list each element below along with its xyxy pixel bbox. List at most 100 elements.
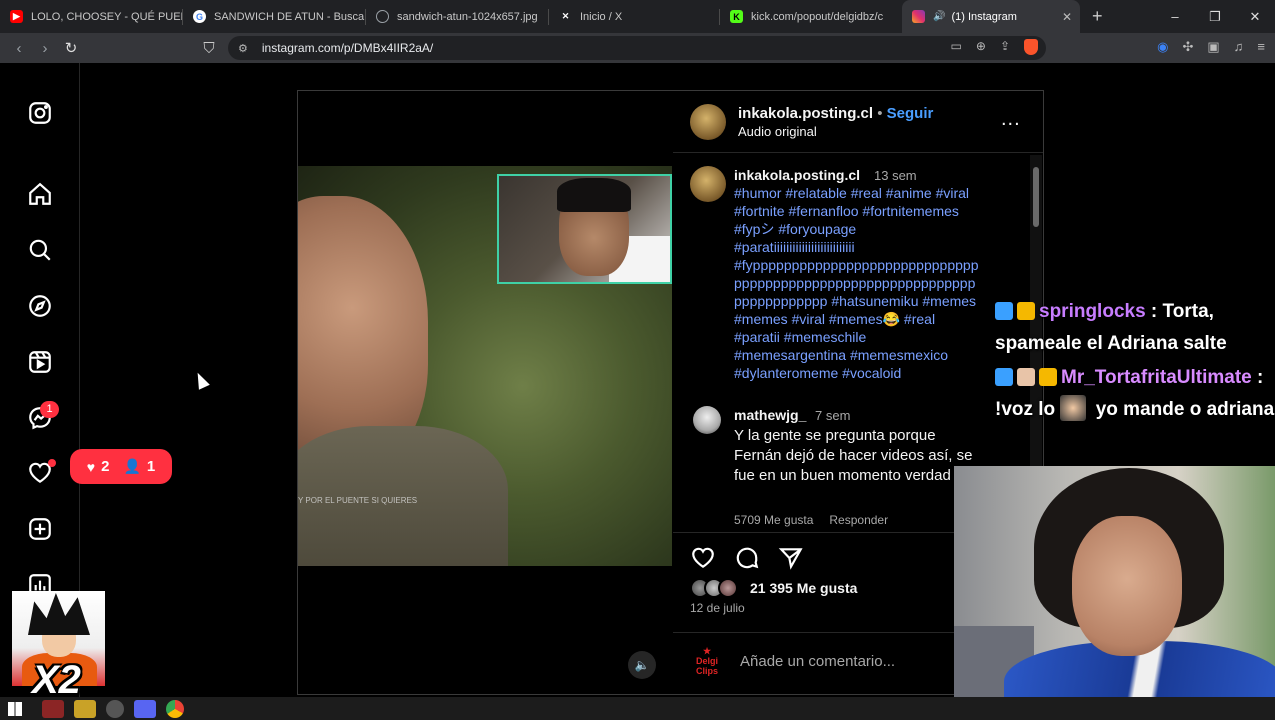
tab-image[interactable]: sandwich-atun-1024x657.jpg	[366, 0, 548, 33]
speaker-icon[interactable]: 🔊	[933, 11, 945, 22]
search-icon[interactable]	[26, 236, 54, 264]
hashtag-line[interactable]: #fortnite #fernanfloo #fortnitememes	[734, 202, 1014, 220]
add-comment-input[interactable]: Añade un comentario...	[740, 653, 895, 670]
create-icon[interactable]	[26, 515, 54, 543]
hashtag-line[interactable]: #fyppppppppppppppppppppppppppppp	[734, 256, 1014, 274]
app-icon[interactable]	[106, 699, 124, 718]
tab-title: SANDWICH DE ATUN - Busca	[214, 10, 365, 23]
explore-icon[interactable]	[26, 292, 54, 320]
brave-shield-icon[interactable]	[1024, 39, 1038, 55]
likes-count[interactable]: 21 395 Me gusta	[750, 580, 857, 596]
forward-icon[interactable]: ›	[32, 40, 58, 57]
reply-button[interactable]: Responder	[829, 513, 888, 527]
hashtag-line[interactable]: ppppppppppppppppppppppppppppppp	[734, 274, 1014, 292]
chat-separator: :	[1251, 367, 1264, 388]
comment-avatar[interactable]	[693, 406, 721, 434]
discord-icon[interactable]	[134, 699, 156, 718]
hashtag-line[interactable]: pppppppppppp #hatsunemiku #memes	[734, 292, 1014, 310]
site-settings-icon[interactable]: ⚙	[238, 42, 248, 55]
mute-button[interactable]: 🔈	[628, 651, 656, 679]
file-explorer-icon[interactable]	[74, 699, 96, 718]
author-username[interactable]: inkakola.posting.cl	[738, 105, 873, 122]
tab-youtube[interactable]: ▶ LOLO, CHOOSEY - QUÉ PUED	[0, 0, 182, 33]
share-send-icon[interactable]	[778, 545, 804, 571]
hashtag-line[interactable]: #humor #relatable #real #anime #viral	[734, 184, 1014, 202]
chat-username: springlocks	[1039, 301, 1146, 322]
chat-text: !voz lo	[995, 399, 1056, 420]
chat-message: Mr_TortafritaUltimate : !voz lo yo mande…	[995, 362, 1275, 426]
minimize-icon[interactable]: –	[1155, 9, 1195, 24]
comment-icon[interactable]	[734, 545, 760, 571]
notification-popup[interactable]: ♥ 2 👤 1	[70, 449, 172, 484]
x-icon: ✕	[561, 11, 570, 21]
share-icon[interactable]: ⇪	[1000, 39, 1010, 55]
zoom-icon[interactable]: ⊕	[976, 39, 986, 55]
comment-likes[interactable]: 5709 Me gusta	[734, 513, 813, 527]
hashtag-line[interactable]: #dylanteromeme #vocaloid	[734, 364, 1014, 382]
author-avatar[interactable]	[690, 104, 726, 140]
music-icon[interactable]: ♫	[1234, 39, 1244, 55]
verified-badge-icon	[995, 302, 1013, 320]
liker-avatars	[690, 578, 738, 598]
tab-instagram[interactable]: 🔊 (1) Instagram ✕	[902, 0, 1080, 33]
hashtag-line[interactable]: #memesargentina #memesmexico	[734, 346, 1014, 364]
windows-start-icon[interactable]	[8, 701, 22, 716]
chrome-icon[interactable]	[166, 699, 184, 718]
close-window-icon[interactable]: ✕	[1235, 9, 1275, 25]
hashtag-line[interactable]: #paratiiiiiiiiiiiiiiiiiiiiiiiiii	[734, 238, 1014, 256]
comment-text: Y la gente se pregunta porque Fernán dej…	[734, 427, 976, 484]
separator-dot: •	[877, 105, 883, 122]
notification-likes-count: 2	[101, 458, 110, 475]
tab-title: kick.com/popout/delgidbz/c	[751, 10, 884, 23]
tab-bar: ▶ LOLO, CHOOSEY - QUÉ PUED G SANDWICH DE…	[0, 0, 1275, 33]
bookmark-icon[interactable]: ⛉	[196, 40, 222, 57]
notification-followers-count: 1	[146, 458, 156, 475]
crown-badge-icon	[1039, 368, 1057, 386]
hashtag-line[interactable]: #paratii #memeschile	[734, 328, 1014, 346]
close-tab-icon[interactable]: ✕	[1062, 10, 1072, 24]
tab-kick[interactable]: K kick.com/popout/delgidbz/c	[720, 0, 902, 33]
multiplier-label: X2	[32, 658, 81, 702]
obs-app-icon[interactable]	[42, 699, 64, 718]
home-icon[interactable]	[26, 180, 54, 208]
puzzle-icon[interactable]: ✣	[1182, 39, 1193, 55]
follow-button[interactable]: Seguir	[887, 105, 934, 122]
tab-x[interactable]: ✕ Inicio / X	[549, 0, 719, 33]
scrollbar-thumb[interactable]	[1033, 167, 1039, 227]
hashtag-line[interactable]: #memes #viral #memes😂 #real	[734, 310, 1014, 328]
tab-title: LOLO, CHOOSEY - QUÉ PUED	[31, 10, 182, 23]
instagram-logo-icon[interactable]	[26, 99, 54, 127]
more-options-icon[interactable]: ...	[1001, 108, 1021, 131]
crown-badge-icon	[1017, 302, 1035, 320]
mouse-cursor-icon	[192, 370, 210, 390]
extensions-area: ◉ ✣ ▣ ♫ ≡	[1157, 39, 1265, 55]
user-avatar-icon: ★ Delgi Clips	[695, 646, 718, 676]
extension-icon[interactable]: ◉	[1157, 39, 1168, 55]
comment-username[interactable]: mathewjg_	[734, 407, 806, 423]
url-field[interactable]: ⚙ instagram.com/p/DMBx4IIR2aA/ ▭ ⊕ ⇪	[228, 36, 1046, 60]
person-icon: 👤	[123, 458, 141, 474]
back-icon[interactable]: ‹	[6, 40, 32, 57]
chat-separator: :	[1145, 301, 1163, 322]
os-taskbar	[0, 697, 1275, 720]
video-facecam	[497, 174, 672, 284]
streamer-webcam	[954, 466, 1275, 720]
new-tab-icon[interactable]: +	[1092, 6, 1103, 27]
like-heart-icon[interactable]	[690, 545, 716, 571]
maximize-icon[interactable]: ❐	[1195, 9, 1235, 25]
chat-message: springlocks : Torta, spameale el Adriana…	[995, 296, 1275, 360]
caption-avatar[interactable]	[690, 166, 726, 202]
hashtag-line[interactable]: #fypシ #foryoupage	[734, 220, 1014, 238]
menu-icon[interactable]: ≡	[1257, 39, 1265, 55]
audio-link[interactable]: Audio original	[738, 124, 817, 139]
reels-icon[interactable]	[26, 348, 54, 376]
reload-icon[interactable]: ↻	[58, 39, 84, 57]
tab-google[interactable]: G SANDWICH DE ATUN - Busca	[183, 0, 365, 33]
url-text: instagram.com/p/DMBx4IIR2aA/	[261, 41, 434, 55]
caption-username[interactable]: inkakola.posting.cl	[734, 167, 860, 183]
google-icon: G	[193, 10, 206, 23]
hand-badge-icon	[1017, 368, 1035, 386]
sidebar-icon[interactable]: ▣	[1207, 39, 1219, 55]
cast-icon[interactable]: ▭	[951, 39, 962, 55]
comment-meta: 5709 Me gusta Responder	[734, 513, 888, 527]
